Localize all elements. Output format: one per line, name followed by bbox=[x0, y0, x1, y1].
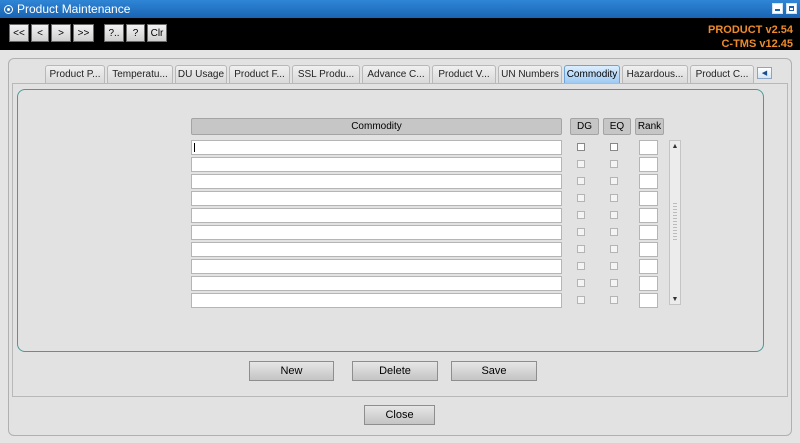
ctms-version: C-TMS v12.45 bbox=[721, 38, 793, 50]
rank-input[interactable] bbox=[639, 276, 658, 291]
grid-scrollbar[interactable]: ▲ ▼ bbox=[669, 140, 681, 305]
eq-checkbox[interactable] bbox=[610, 245, 618, 253]
commodity-input[interactable] bbox=[191, 140, 562, 155]
dg-checkbox[interactable] bbox=[577, 245, 585, 253]
dg-checkbox[interactable] bbox=[577, 211, 585, 219]
tab-du-usage[interactable]: DU Usage bbox=[175, 65, 227, 83]
dg-checkbox[interactable] bbox=[577, 279, 585, 287]
scroll-up-icon[interactable]: ▲ bbox=[670, 141, 680, 151]
commodity-input[interactable] bbox=[191, 276, 562, 291]
commodity-input[interactable] bbox=[191, 259, 562, 274]
dg-checkbox[interactable] bbox=[577, 296, 585, 304]
delete-button[interactable]: Delete bbox=[352, 361, 438, 381]
dg-column-header[interactable]: DG bbox=[570, 118, 599, 135]
app-icon bbox=[4, 4, 13, 14]
eq-checkbox[interactable] bbox=[610, 262, 618, 270]
commodity-input[interactable] bbox=[191, 174, 562, 189]
rank-input[interactable] bbox=[639, 225, 658, 240]
tab-product-v[interactable]: Product V... bbox=[432, 65, 496, 83]
rank-input[interactable] bbox=[639, 293, 658, 308]
rank-input[interactable] bbox=[639, 174, 658, 189]
dg-checkbox[interactable] bbox=[577, 160, 585, 168]
save-button[interactable]: Save bbox=[451, 361, 537, 381]
rank-input[interactable] bbox=[639, 259, 658, 274]
window-title: Product Maintenance bbox=[17, 2, 131, 16]
title-bar: Product Maintenance bbox=[0, 0, 800, 18]
eq-checkbox[interactable] bbox=[610, 194, 618, 202]
commodity-input[interactable] bbox=[191, 208, 562, 223]
tab-ssl-product[interactable]: SSL Produ... bbox=[292, 65, 360, 83]
dg-checkbox[interactable] bbox=[577, 177, 585, 185]
rank-input[interactable] bbox=[639, 157, 658, 172]
commodity-input[interactable] bbox=[191, 293, 562, 308]
tab-product-f[interactable]: Product F... bbox=[229, 65, 290, 83]
commodity-column-header[interactable]: Commodity bbox=[191, 118, 562, 135]
eq-checkbox[interactable] bbox=[610, 211, 618, 219]
eq-checkbox[interactable] bbox=[610, 296, 618, 304]
dg-checkbox[interactable] bbox=[577, 143, 585, 151]
toolbar: << < > >> ?.. ? Clr PRODUCT v2.54 C-TMS … bbox=[0, 18, 800, 50]
maximize-icon[interactable] bbox=[786, 3, 797, 14]
commodity-input[interactable] bbox=[191, 225, 562, 240]
commodity-input[interactable] bbox=[191, 191, 562, 206]
next-record-button[interactable]: > bbox=[51, 24, 71, 42]
window-controls bbox=[772, 3, 797, 14]
eq-checkbox[interactable] bbox=[610, 177, 618, 185]
tab-commodity[interactable]: Commodity bbox=[564, 65, 620, 83]
clear-button[interactable]: Clr bbox=[147, 24, 167, 42]
eq-checkbox[interactable] bbox=[610, 143, 618, 151]
tab-un-numbers[interactable]: UN Numbers bbox=[498, 65, 562, 83]
dg-checkbox[interactable] bbox=[577, 228, 585, 236]
query-button[interactable]: ? bbox=[126, 24, 145, 42]
dg-checkbox[interactable] bbox=[577, 262, 585, 270]
eq-checkbox[interactable] bbox=[610, 228, 618, 236]
tab-hazardous[interactable]: Hazardous... bbox=[622, 65, 688, 83]
query-dots-button[interactable]: ?.. bbox=[104, 24, 124, 42]
first-record-button[interactable]: << bbox=[9, 24, 29, 42]
minimize-icon[interactable] bbox=[772, 3, 783, 14]
chevron-left-icon[interactable]: ◀ bbox=[757, 67, 772, 79]
product-version: PRODUCT v2.54 bbox=[708, 24, 793, 36]
scroll-down-icon[interactable]: ▼ bbox=[670, 294, 680, 304]
previous-record-button[interactable]: < bbox=[31, 24, 49, 42]
rank-input[interactable] bbox=[639, 140, 658, 155]
tab-advance-c[interactable]: Advance C... bbox=[362, 65, 430, 83]
rank-input[interactable] bbox=[639, 242, 658, 257]
commodity-input[interactable] bbox=[191, 157, 562, 172]
close-button[interactable]: Close bbox=[364, 405, 435, 425]
last-record-button[interactable]: >> bbox=[73, 24, 94, 42]
scroll-grip-icon[interactable] bbox=[673, 203, 677, 241]
rank-input[interactable] bbox=[639, 208, 658, 223]
tab-temperature[interactable]: Temperatu... bbox=[107, 65, 173, 83]
rank-input[interactable] bbox=[639, 191, 658, 206]
dg-checkbox[interactable] bbox=[577, 194, 585, 202]
new-button[interactable]: New bbox=[249, 361, 334, 381]
eq-column-header[interactable]: EQ bbox=[603, 118, 631, 135]
tab-product-c[interactable]: Product C... bbox=[690, 65, 754, 83]
eq-checkbox[interactable] bbox=[610, 279, 618, 287]
commodity-input[interactable] bbox=[191, 242, 562, 257]
tab-product-p[interactable]: Product P... bbox=[45, 65, 105, 83]
eq-checkbox[interactable] bbox=[610, 160, 618, 168]
version-info: PRODUCT v2.54 C-TMS v12.45 bbox=[708, 23, 793, 51]
rank-column-header[interactable]: Rank bbox=[635, 118, 664, 135]
